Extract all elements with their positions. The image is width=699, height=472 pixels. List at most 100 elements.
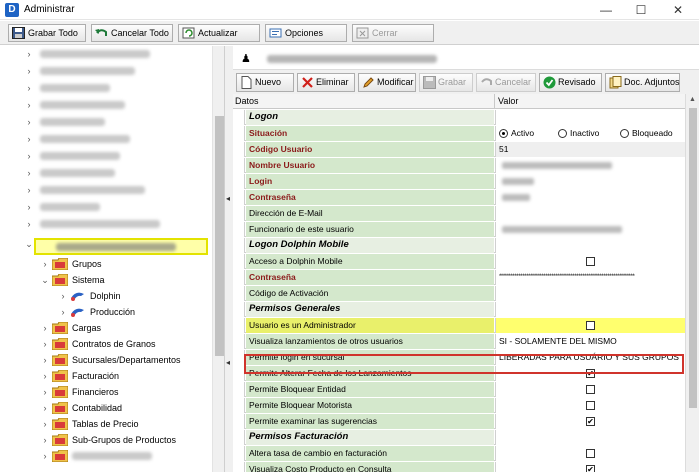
property-value[interactable] (495, 158, 685, 173)
cancel-button[interactable]: Cancelar (476, 73, 536, 92)
tree-item-label: Producción (90, 307, 136, 317)
property-row-suggestions[interactable]: Permite examinar las sugerencias ✔ (233, 414, 685, 429)
reviewed-button[interactable]: Revisado (539, 73, 602, 92)
pane-splitter[interactable]: ◂ ◂ (225, 46, 233, 472)
property-value[interactable]: SI - SOLAMENTE DEL MISMO (495, 334, 685, 349)
radio-bloqueado[interactable] (620, 129, 629, 138)
property-row-view-launches[interactable]: Visualiza lanzamientos de otros usuarios… (233, 334, 685, 349)
tree-item-subgrupos[interactable]: › Sub-Grupos de Productos (0, 432, 210, 448)
property-value[interactable]: 51 (495, 142, 685, 157)
scroll-up-icon[interactable]: ▲ (689, 96, 696, 103)
tree-item-contratos[interactable]: › Contratos de Granos (0, 336, 210, 352)
property-value[interactable] (495, 222, 685, 237)
property-row-user-name[interactable]: Nombre Usuario (233, 158, 685, 173)
attached-docs-button[interactable]: Doc. Adjuntos (605, 73, 680, 92)
checkbox[interactable]: ✔ (586, 417, 595, 426)
refresh-button[interactable]: Actualizar (178, 24, 260, 42)
tree-row-collapsed[interactable]: › (0, 199, 210, 215)
checkbox[interactable] (586, 449, 595, 458)
radio-inactivo[interactable] (558, 129, 567, 138)
new-button[interactable]: Nuevo (236, 73, 294, 92)
delete-button[interactable]: Eliminar (297, 73, 355, 92)
edit-pencil-icon (363, 77, 374, 88)
property-value[interactable] (495, 286, 685, 301)
close-button[interactable]: Cerrar (352, 24, 434, 42)
tree-item-contabilidad[interactable]: › Contabilidad (0, 400, 210, 416)
property-row-password[interactable]: Contraseña (233, 190, 685, 205)
tree-item-produccion[interactable]: › Producción (0, 304, 210, 320)
tree-row-collapsed[interactable]: › (0, 46, 210, 62)
tree-scrollbar[interactable] (212, 46, 224, 472)
chevron-down-icon[interactable]: ⌄ (24, 239, 34, 255)
tree-item-dolphin[interactable]: › Dolphin (0, 288, 210, 304)
property-value[interactable] (495, 174, 685, 189)
tree-row-partial[interactable]: › (0, 448, 210, 464)
tree-row-collapsed[interactable]: › (0, 165, 210, 181)
tree-item-cargas[interactable]: › Cargas (0, 320, 210, 336)
property-row-employee[interactable]: Funcionario de este usuario (233, 222, 685, 237)
tree-row-collapsed[interactable]: › (0, 131, 210, 147)
tree-item-financieros[interactable]: › Financieros (0, 384, 210, 400)
tree-row-collapsed[interactable]: › (0, 216, 210, 232)
property-row-situation[interactable]: Situación Activo Inactivo Bloqueado (233, 126, 685, 141)
save-icon (12, 27, 25, 39)
chevron-right-icon: › (27, 202, 31, 212)
collapse-left-icon[interactable]: ◂ (226, 194, 230, 203)
options-button[interactable]: Opciones (265, 24, 347, 42)
property-label: Contraseña (246, 270, 494, 285)
property-row-mobile-access[interactable]: Acceso a Dolphin Mobile (233, 254, 685, 269)
tree-row-selected[interactable] (34, 238, 208, 255)
window-title: Administrar (24, 4, 75, 15)
tree-item-facturacion[interactable]: › Facturación (0, 368, 210, 384)
tree-row-collapsed[interactable]: › (0, 63, 210, 79)
property-row-email[interactable]: Dirección de E-Mail (233, 206, 685, 221)
reviewed-label: Revisado (558, 77, 596, 87)
property-row-block-driver[interactable]: Permite Bloquear Motorista (233, 398, 685, 413)
property-row-product-cost[interactable]: Visualiza Costo Producto en Consulta ✔ (233, 462, 685, 472)
tree-item-sucursales[interactable]: › Sucursales/Departamentos (0, 352, 210, 368)
property-row-is-admin[interactable]: Usuario es un Administrador (233, 318, 685, 333)
tree-row-collapsed[interactable]: › (0, 114, 210, 130)
property-row-login[interactable]: Login (233, 174, 685, 189)
checkbox[interactable] (586, 401, 595, 410)
tree-item-label: Sistema (72, 275, 105, 285)
tree-item-sistema[interactable]: ⌄ Sistema (0, 272, 210, 288)
column-separator[interactable] (494, 94, 495, 109)
new-document-icon (241, 76, 252, 89)
checkbox[interactable]: ✔ (586, 465, 595, 472)
collapse-left-icon[interactable]: ◂ (226, 358, 230, 367)
section-row: Permisos Generales (233, 302, 685, 317)
save-all-button[interactable]: Grabar Todo (8, 24, 86, 42)
tree-row-collapsed[interactable]: › (0, 80, 210, 96)
tree-row-collapsed[interactable]: › (0, 148, 210, 164)
tree-scrollbar-thumb[interactable] (215, 116, 224, 356)
checkbox[interactable] (586, 257, 595, 266)
close-window-button[interactable]: ✕ (662, 0, 694, 20)
tree-row-collapsed[interactable]: › (0, 182, 210, 198)
checkbox[interactable] (586, 321, 595, 330)
radio-activo[interactable] (499, 129, 508, 138)
cancel-all-button[interactable]: Cancelar Todo (91, 24, 173, 42)
property-value[interactable]: ****************************************… (495, 270, 685, 285)
minimize-button[interactable]: — (590, 0, 622, 20)
save-button[interactable]: Grabar (419, 73, 473, 92)
modify-button[interactable]: Modificar (358, 73, 416, 92)
tree-row-collapsed[interactable]: › (0, 97, 210, 113)
grid-scrollbar[interactable]: ▲ (685, 94, 699, 472)
grid-scrollbar-thumb[interactable] (689, 108, 697, 408)
property-value[interactable] (495, 190, 685, 205)
tree-item-grupos[interactable]: › Grupos (0, 256, 210, 272)
property-value[interactable] (495, 206, 685, 221)
folder-icon (52, 386, 68, 398)
tree-item-tablas-precio[interactable]: › Tablas de Precio (0, 416, 210, 432)
property-row-activation-code[interactable]: Código de Activación (233, 286, 685, 301)
maximize-button[interactable]: ☐ (625, 0, 657, 20)
property-row-block-entity[interactable]: Permite Bloquear Entidad (233, 382, 685, 397)
dolphin-icon (71, 308, 84, 317)
property-row-mobile-password[interactable]: Contraseña *****************************… (233, 270, 685, 285)
checkbox[interactable] (586, 385, 595, 394)
property-row-user-code[interactable]: Código Usuario 51 (233, 142, 685, 157)
tree-item-label: Tablas de Precio (72, 419, 139, 429)
redacted-text (40, 84, 110, 92)
property-row-exchange-rate[interactable]: Altera tasa de cambio en facturación (233, 446, 685, 461)
